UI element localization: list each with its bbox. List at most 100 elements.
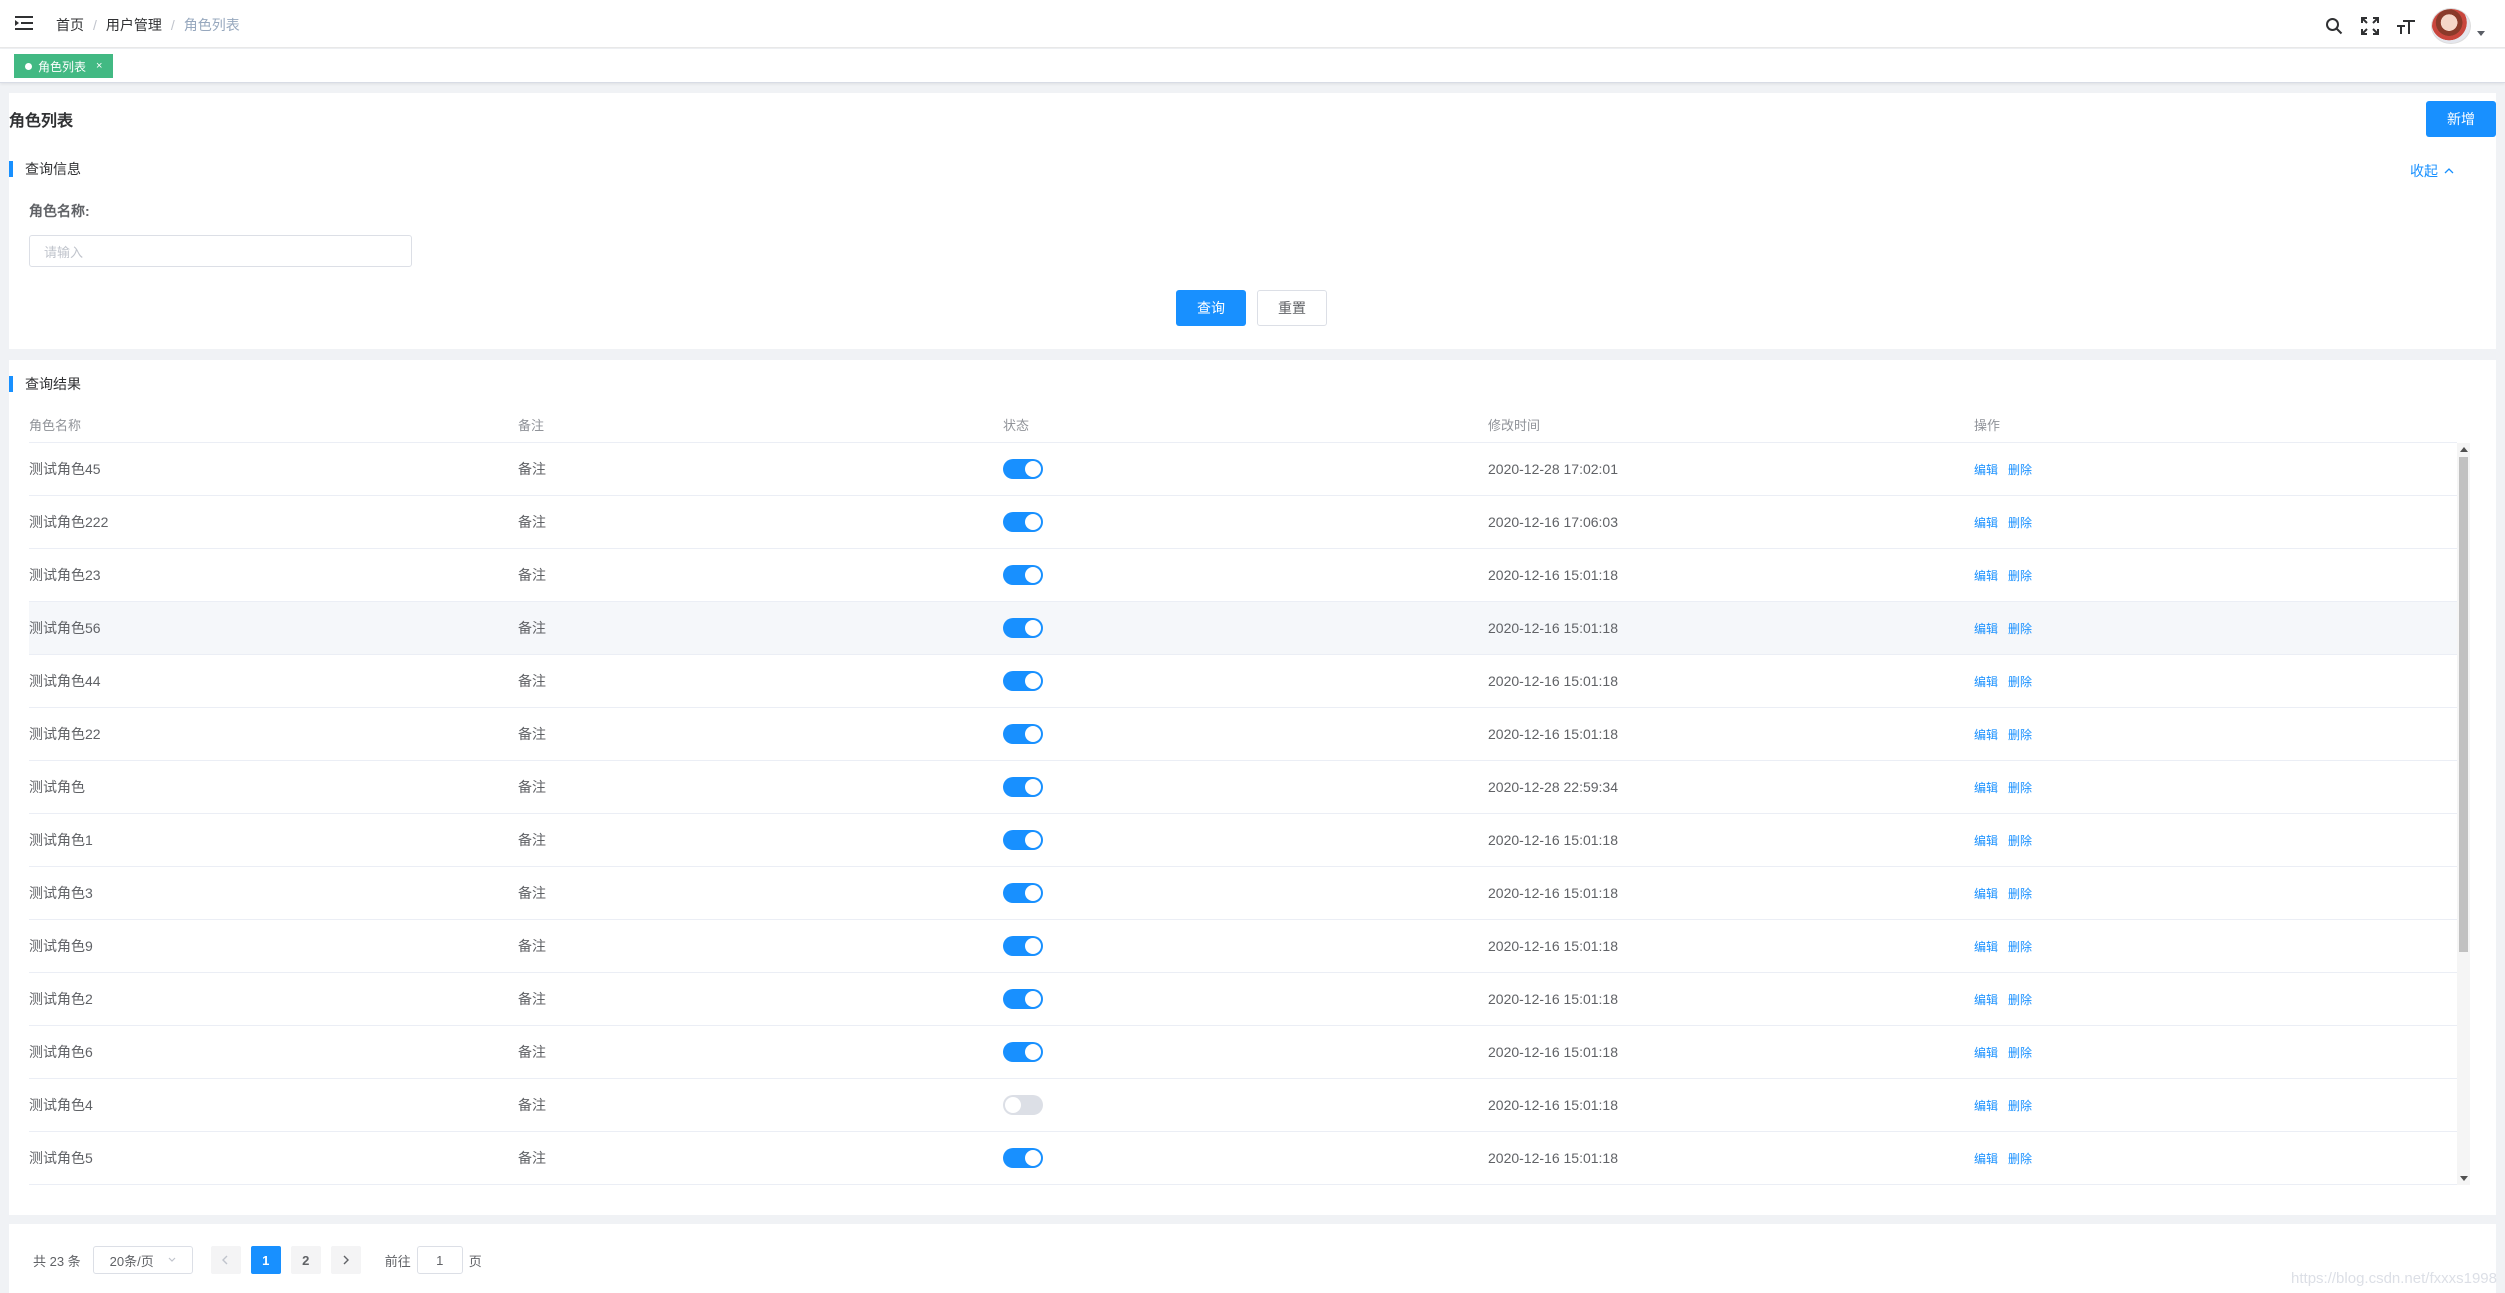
status-toggle[interactable] [1003,459,1043,479]
edit-link[interactable]: 编辑 [1974,514,1998,531]
navbar-actions [2323,8,2485,44]
delete-link[interactable]: 删除 [2008,1097,2032,1114]
edit-link[interactable]: 编辑 [1974,1097,1998,1114]
hamburger-menu-icon[interactable] [15,14,33,32]
status-toggle[interactable] [1003,565,1043,585]
edit-link[interactable]: 编辑 [1974,938,1998,955]
cell-status [1003,1148,1488,1168]
status-toggle[interactable] [1003,1148,1043,1168]
delete-link[interactable]: 删除 [2008,779,2032,796]
cell-modified-time: 2020-12-16 15:01:18 [1488,1150,1618,1166]
scroll-down-arrow-icon[interactable] [2460,1176,2468,1181]
edit-link[interactable]: 编辑 [1974,779,1998,796]
table-row: 测试角色56 备注 2020-12-16 15:01:18 编辑 删除 [29,602,2457,655]
delete-link[interactable]: 删除 [2008,620,2032,637]
search-icon[interactable] [2323,15,2345,37]
cell-actions: 编辑 删除 [1974,938,2457,955]
page-2-button[interactable]: 2 [290,1246,321,1274]
close-icon[interactable]: × [96,60,102,72]
page-size-value: 20条/页 [109,1253,154,1269]
delete-link[interactable]: 删除 [2008,461,2032,478]
add-button[interactable]: 新增 [2426,101,2496,137]
page-size-select[interactable]: 20条/页 [92,1246,193,1274]
header-role-name: 角色名称 [29,418,82,433]
cell-remark: 备注 [518,461,546,477]
tag-role-list[interactable]: 角色列表 × [14,54,114,78]
cell-modified-time: 2020-12-28 22:59:34 [1488,779,1618,795]
cell-remark: 备注 [518,832,546,848]
active-dot-icon [25,62,32,70]
status-toggle[interactable] [1003,724,1043,744]
page-1-button[interactable]: 1 [250,1246,281,1274]
cell-remark: 备注 [518,620,546,636]
status-toggle[interactable] [1003,512,1043,532]
delete-link[interactable]: 删除 [2008,991,2032,1008]
query-button[interactable]: 查询 [1176,290,1246,326]
status-toggle[interactable] [1003,777,1043,797]
table-header: 角色名称 备注 状态 修改时间 操作 [29,407,2457,443]
edit-link[interactable]: 编辑 [1974,832,1998,849]
status-toggle[interactable] [1003,883,1043,903]
chevron-down-icon[interactable] [2477,30,2485,36]
font-size-icon[interactable] [2395,15,2417,37]
fullscreen-icon[interactable] [2359,15,2381,37]
status-toggle[interactable] [1003,989,1043,1009]
edit-link[interactable]: 编辑 [1974,991,1998,1008]
status-toggle[interactable] [1003,618,1043,638]
edit-link[interactable]: 编辑 [1974,461,1998,478]
cell-role-name: 测试角色3 [29,885,93,901]
delete-link[interactable]: 删除 [2008,1150,2032,1167]
cell-status [1003,671,1488,691]
goto-page: 前往 1 页 [385,1246,482,1274]
cell-actions: 编辑 删除 [1974,1097,2457,1114]
delete-link[interactable]: 删除 [2008,938,2032,955]
delete-link[interactable]: 删除 [2008,514,2032,531]
status-toggle[interactable] [1003,936,1043,956]
delete-link[interactable]: 删除 [2008,885,2032,902]
status-toggle[interactable] [1003,1095,1043,1115]
edit-link[interactable]: 编辑 [1974,1044,1998,1061]
query-section-title: 查询信息 [9,161,81,177]
header-status: 状态 [1003,418,1030,433]
edit-link[interactable]: 编辑 [1974,620,1998,637]
status-toggle[interactable] [1003,1042,1043,1062]
delete-link[interactable]: 删除 [2008,567,2032,584]
cell-modified-time: 2020-12-16 15:01:18 [1488,726,1618,742]
edit-link[interactable]: 编辑 [1974,673,1998,690]
scroll-up-arrow-icon[interactable] [2460,447,2468,452]
top-navbar: 首页 / 用户管理 / 角色列表 [0,0,2505,48]
delete-link[interactable]: 删除 [2008,673,2032,690]
reset-button[interactable]: 重置 [1257,290,1327,326]
delete-link[interactable]: 删除 [2008,1044,2032,1061]
cell-status [1003,1095,1488,1115]
breadcrumb-user-management[interactable]: 用户管理 [106,15,162,35]
cell-actions: 编辑 删除 [1974,991,2457,1008]
goto-page-input[interactable]: 1 [416,1246,463,1274]
edit-link[interactable]: 编辑 [1974,1150,1998,1167]
collapse-label: 收起 [2410,163,2438,179]
cell-actions: 编辑 删除 [1974,885,2457,902]
collapse-toggle[interactable]: 收起 [2410,161,2454,181]
cell-modified-time: 2020-12-16 15:01:18 [1488,938,1618,954]
status-toggle[interactable] [1003,671,1043,691]
next-page-button[interactable] [330,1246,361,1274]
cell-status [1003,883,1488,903]
breadcrumb-separator: / [170,17,175,33]
cell-remark: 备注 [518,1097,546,1113]
cell-modified-time: 2020-12-16 15:01:18 [1488,1044,1618,1060]
scroll-thumb[interactable] [2459,457,2468,952]
table-body: 测试角色45 备注 2020-12-28 17:02:01 编辑 删除 测试角色222 备注… [29,443,2457,1185]
role-name-input[interactable]: 请输入 [29,235,412,267]
breadcrumb-home[interactable]: 首页 [56,15,84,35]
delete-link[interactable]: 删除 [2008,726,2032,743]
edit-link[interactable]: 编辑 [1974,726,1998,743]
prev-page-button[interactable] [210,1246,241,1274]
status-toggle[interactable] [1003,830,1043,850]
delete-link[interactable]: 删除 [2008,832,2032,849]
edit-link[interactable]: 编辑 [1974,885,1998,902]
table-scrollbar[interactable] [2457,443,2470,1185]
table-row: 测试角色222 备注 2020-12-16 17:06:03 编辑 删除 [29,496,2457,549]
cell-status [1003,989,1488,1009]
user-avatar[interactable] [2431,8,2471,44]
edit-link[interactable]: 编辑 [1974,567,1998,584]
